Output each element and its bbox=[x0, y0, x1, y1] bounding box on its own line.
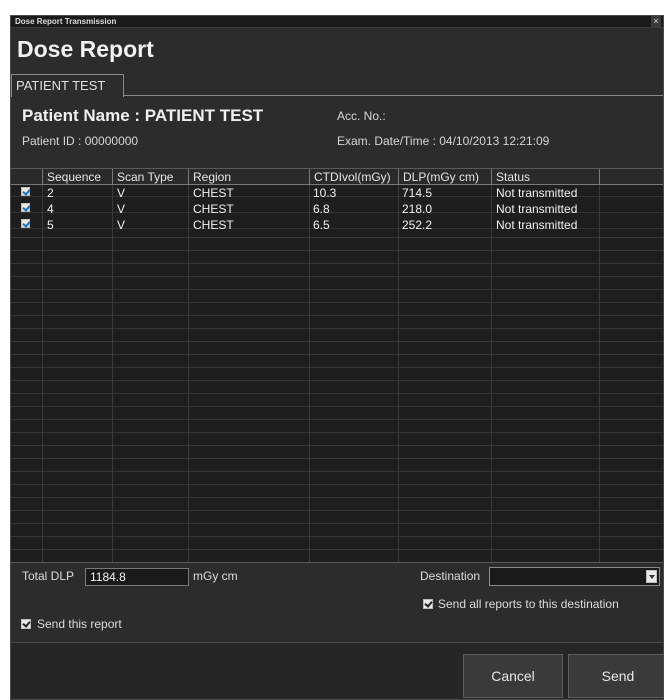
row-checkbox[interactable] bbox=[21, 203, 30, 212]
empty-row-line bbox=[11, 471, 663, 472]
send-button[interactable]: Send bbox=[568, 654, 663, 698]
table-row[interactable]: 4 V CHEST 6.8 218.0 Not transmitted bbox=[11, 202, 663, 216]
chevron-down-icon[interactable] bbox=[646, 570, 657, 583]
column-divider bbox=[398, 185, 399, 562]
cell-status: Not transmitted bbox=[496, 202, 578, 216]
window-title: Dose Report Transmission bbox=[15, 17, 117, 26]
empty-row-line bbox=[11, 484, 663, 485]
table-header: Sequence Scan Type Region CTDIvol(mGy) D… bbox=[11, 169, 663, 185]
column-divider bbox=[599, 185, 600, 562]
empty-row-line bbox=[11, 432, 663, 433]
tab-patient[interactable]: PATIENT TEST bbox=[11, 74, 124, 97]
header-extra bbox=[600, 169, 663, 185]
cell-region: CHEST bbox=[193, 218, 234, 232]
title-bar: Dose Report Transmission × bbox=[11, 16, 663, 28]
empty-row-line bbox=[11, 289, 663, 290]
header-checkbox-column bbox=[11, 169, 43, 185]
empty-row-line bbox=[11, 419, 663, 420]
destination-select[interactable] bbox=[489, 567, 660, 586]
patient-name: Patient Name : PATIENT TEST bbox=[22, 106, 264, 125]
exam-datetime: Exam. Date/Time : 04/10/2013 12:21:09 bbox=[337, 134, 550, 148]
empty-row-line bbox=[11, 510, 663, 511]
empty-row-line bbox=[11, 497, 663, 498]
empty-row-line bbox=[11, 328, 663, 329]
empty-row-line bbox=[11, 549, 663, 550]
tab-strip: PATIENT TEST bbox=[11, 74, 663, 97]
column-divider bbox=[112, 185, 113, 562]
total-dlp-label: Total DLP bbox=[22, 569, 75, 583]
cell-sequence: 4 bbox=[47, 202, 54, 216]
cell-region: CHEST bbox=[193, 186, 234, 200]
column-divider bbox=[491, 185, 492, 562]
send-this-checkbox[interactable] bbox=[21, 619, 31, 629]
send-all-label: Send all reports to this destination bbox=[438, 597, 619, 611]
empty-row-line bbox=[11, 367, 663, 368]
empty-row-line bbox=[11, 536, 663, 537]
empty-row-line bbox=[11, 406, 663, 407]
empty-row-line bbox=[11, 315, 663, 316]
table-row[interactable]: 5 V CHEST 6.5 252.2 Not transmitted bbox=[11, 218, 663, 232]
empty-row-line bbox=[11, 458, 663, 459]
cell-sequence: 5 bbox=[47, 218, 54, 232]
empty-row-line bbox=[11, 237, 663, 238]
cell-status: Not transmitted bbox=[496, 186, 578, 200]
cell-ctdivol: 6.5 bbox=[313, 218, 330, 232]
empty-row-line bbox=[11, 302, 663, 303]
accession-number: Acc. No.: bbox=[337, 109, 386, 123]
close-icon[interactable]: × bbox=[651, 16, 661, 27]
empty-row-line bbox=[11, 250, 663, 251]
empty-row-line bbox=[11, 562, 664, 563]
row-checkbox[interactable] bbox=[21, 187, 30, 196]
destination-label: Destination bbox=[420, 569, 481, 583]
empty-row-line bbox=[11, 341, 663, 342]
cell-dlp: 714.5 bbox=[402, 186, 433, 200]
header-status[interactable]: Status bbox=[492, 169, 600, 185]
empty-row-line bbox=[11, 276, 663, 277]
empty-row-line bbox=[11, 523, 663, 524]
header-dlp[interactable]: DLP(mGy cm) bbox=[399, 169, 492, 185]
header-ctdivol[interactable]: CTDIvol(mGy) bbox=[310, 169, 399, 185]
column-divider bbox=[188, 185, 189, 562]
cell-region: CHEST bbox=[193, 202, 234, 216]
cell-scan-type: V bbox=[117, 186, 126, 200]
table-body: 2 V CHEST 10.3 714.5 Not transmitted 4 V… bbox=[11, 185, 664, 563]
send-all-checkbox[interactable] bbox=[423, 599, 433, 609]
total-dlp-unit: mGy cm bbox=[193, 569, 238, 583]
empty-row-line bbox=[11, 393, 663, 394]
cancel-button[interactable]: Cancel bbox=[463, 654, 563, 698]
empty-row-line bbox=[11, 354, 663, 355]
empty-row-line bbox=[11, 380, 663, 381]
send-this-label: Send this report bbox=[37, 617, 122, 631]
cell-ctdivol: 6.8 bbox=[313, 202, 330, 216]
empty-row-line bbox=[11, 445, 663, 446]
patient-id: Patient ID : 00000000 bbox=[22, 134, 139, 148]
cell-ctdivol: 10.3 bbox=[313, 186, 337, 200]
table-row[interactable]: 2 V CHEST 10.3 714.5 Not transmitted bbox=[11, 186, 663, 200]
column-divider bbox=[309, 185, 310, 562]
cell-status: Not transmitted bbox=[496, 218, 578, 232]
page-title: Dose Report bbox=[17, 36, 154, 62]
column-divider bbox=[42, 185, 43, 562]
header-scan-type[interactable]: Scan Type bbox=[113, 169, 189, 185]
cell-dlp: 252.2 bbox=[402, 218, 433, 232]
header-sequence[interactable]: Sequence bbox=[43, 169, 113, 185]
destination-value bbox=[490, 570, 494, 584]
cell-scan-type: V bbox=[117, 218, 126, 232]
header-region[interactable]: Region bbox=[189, 169, 310, 185]
cell-sequence: 2 bbox=[47, 186, 54, 200]
footer-bar bbox=[11, 643, 663, 699]
dose-report-window: Dose Report Transmission × Dose Report P… bbox=[10, 15, 664, 700]
total-dlp-field[interactable]: 1184.8 bbox=[85, 568, 189, 586]
dose-table: Sequence Scan Type Region CTDIvol(mGy) D… bbox=[11, 168, 664, 563]
cell-scan-type: V bbox=[117, 202, 126, 216]
empty-row-line bbox=[11, 263, 663, 264]
cell-dlp: 218.0 bbox=[402, 202, 433, 216]
row-checkbox[interactable] bbox=[21, 219, 30, 228]
